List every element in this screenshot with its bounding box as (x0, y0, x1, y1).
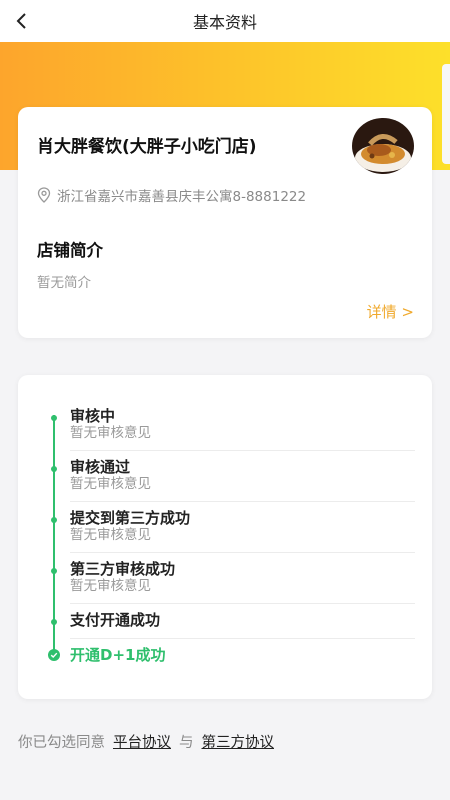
timeline-dot (51, 568, 57, 574)
divider (70, 603, 415, 604)
shop-avatar (352, 118, 414, 174)
timeline-dot (51, 517, 57, 523)
agreement-conjunction: 与 (179, 735, 194, 751)
step-subtitle: 暂无审核意见 (70, 527, 151, 543)
step-subtitle: 暂无审核意见 (70, 578, 151, 594)
divider (70, 450, 415, 451)
step-title: 第三方审核成功 (70, 560, 176, 578)
details-link[interactable]: 详情 > (367, 301, 414, 322)
shop-name: 肖大胖餐饮(大胖子小吃门店) (37, 137, 257, 157)
divider (70, 501, 415, 502)
timeline-dot (51, 466, 57, 472)
check-circle-icon (48, 649, 60, 661)
nav-bar: 基本资料 (0, 0, 450, 42)
divider (70, 552, 415, 553)
timeline-step: 第三方审核成功 暂无审核意见 (70, 560, 416, 594)
shop-address: 浙江省嘉兴市嘉善县庆丰公寓8-8881222 (37, 185, 306, 205)
agreement-prefix: 你已勾选同意 (18, 735, 105, 751)
chevron-left-icon (16, 13, 26, 29)
timeline-step-current: 开通D+1成功 (70, 646, 416, 664)
page-title: 基本资料 (192, 13, 257, 32)
step-title: 审核通过 (70, 458, 131, 476)
location-pin-icon (37, 187, 51, 203)
step-title: 支付开通成功 (70, 611, 161, 629)
back-button[interactable] (10, 9, 34, 33)
third-party-agreement-link[interactable]: 第三方协议 (202, 731, 275, 752)
intro-text: 暂无简介 (37, 275, 91, 291)
review-status-card: 审核中 暂无审核意见 审核通过 暂无审核意见 提交到第三方成功 暂无审核意见 第… (18, 375, 432, 699)
address-text: 浙江省嘉兴市嘉善县庆丰公寓8-8881222 (57, 189, 307, 205)
timeline-step: 审核中 暂无审核意见 (70, 407, 416, 441)
step-subtitle: 暂无审核意见 (70, 425, 151, 441)
step-title: 审核中 (70, 407, 116, 425)
step-subtitle: 暂无审核意见 (70, 476, 151, 492)
step-title: 提交到第三方成功 (70, 509, 191, 527)
divider (70, 638, 415, 639)
intro-title: 店铺简介 (37, 241, 103, 260)
step-title: 开通D+1成功 (70, 646, 166, 664)
timeline-step: 审核通过 暂无审核意见 (70, 458, 416, 492)
timeline-step: 支付开通成功 (70, 611, 416, 629)
shop-info-card: 肖大胖餐饮(大胖子小吃门店) 浙江省嘉兴市嘉善县庆丰公寓8-8881222 店铺… (18, 107, 432, 338)
timeline-dot (51, 415, 57, 421)
agreement-row: 你已勾选同意 平台协议 与 第三方协议 (18, 731, 282, 752)
timeline-dot (51, 619, 57, 625)
side-tab (442, 64, 450, 164)
platform-agreement-link[interactable]: 平台协议 (113, 731, 171, 752)
timeline-step: 提交到第三方成功 暂无审核意见 (70, 509, 416, 543)
